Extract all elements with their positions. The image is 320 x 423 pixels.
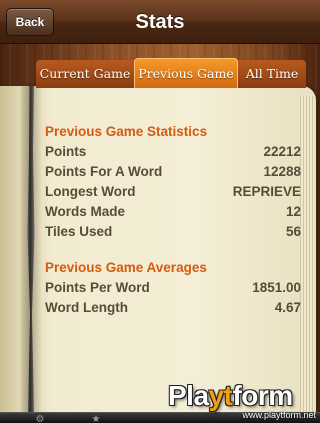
avg-row-points-per-word: Points Per Word 1851.00 (45, 278, 301, 298)
stat-label: Tiles Used (45, 224, 113, 239)
stat-row-points: Points 22212 (45, 142, 301, 162)
stat-label: Longest Word (45, 184, 136, 199)
stat-row-tiles-used: Tiles Used 56 (45, 222, 301, 242)
stat-value: 1851.00 (252, 280, 301, 295)
gear-icon[interactable]: ⚙ (34, 415, 46, 423)
star-icon[interactable]: ★ (90, 415, 102, 423)
tab-previous-game[interactable]: Previous Game (134, 58, 238, 88)
stat-value: 12288 (263, 164, 301, 179)
stat-row-points-for-a-word: Points For A Word 12288 (45, 162, 301, 182)
stat-value: 4.67 (274, 300, 301, 315)
stats-content: Previous Game Statistics Points 22212 Po… (45, 122, 301, 318)
stat-label: Points Per Word (45, 280, 150, 295)
stat-row-words-made: Words Made 12 (45, 202, 301, 222)
stat-label: Points For A Word (45, 164, 163, 179)
watermark-logo: Playtform (168, 380, 293, 411)
navigation-bar: Back Stats (0, 0, 320, 44)
stat-label: Words Made (45, 204, 126, 219)
averages-title: Previous Game Averages (45, 260, 207, 275)
statistics-title: Previous Game Statistics (45, 124, 208, 139)
tab-current-game[interactable]: Current Game (36, 60, 134, 88)
stats-tabs: Current Game Previous Game All Time (36, 58, 306, 88)
page-title: Stats (135, 11, 185, 33)
page-edges (300, 96, 314, 412)
stat-value: 56 (285, 224, 301, 239)
stat-value: 22212 (263, 144, 301, 159)
stat-label: Points (45, 144, 87, 159)
stat-value: REPRIEVE (232, 184, 301, 199)
stat-row-longest-word: Longest Word REPRIEVE (45, 182, 301, 202)
tab-all-time[interactable]: All Time (238, 60, 306, 88)
stat-label: Word Length (45, 300, 128, 315)
stat-value: 12 (285, 204, 301, 219)
avg-row-word-length: Word Length 4.67 (45, 298, 301, 318)
back-button[interactable]: Back (6, 8, 54, 36)
watermark-url: www.playtform.net (242, 410, 316, 420)
